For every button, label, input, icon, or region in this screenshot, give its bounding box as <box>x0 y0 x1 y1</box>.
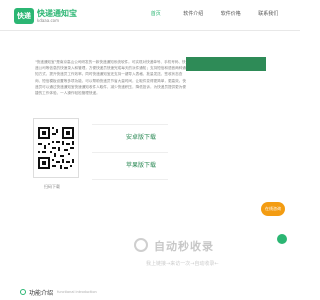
logo-title: 快递通知宝 <box>37 9 77 18</box>
nav-item-home[interactable]: 首页 <box>137 0 175 30</box>
main-nav: 首页 软件介绍 软件价格 联系我们 <box>137 0 287 30</box>
watermark: 自动秒收录 我上链接→来访一次→自动收录← <box>134 238 276 274</box>
qr-code <box>33 118 79 178</box>
logo-text: 快递通知宝 kdaaa.com <box>37 9 77 23</box>
feature-subtitle: functional introduction <box>57 290 97 294</box>
qr-caption: 扫码下载 <box>44 184 60 189</box>
ios-download-button[interactable]: 苹果版下载 <box>92 152 168 180</box>
logo-badge: 快递 <box>14 8 34 24</box>
feature-icon <box>20 289 26 295</box>
watermark-sub: 我上链接→来访一次→自动收录← <box>146 261 219 267</box>
logo-url: kdaaa.com <box>37 18 60 23</box>
floating-contact-button[interactable]: 在线咨询 <box>261 202 285 216</box>
logo[interactable]: 快递 快递通知宝 kdaaa.com <box>14 6 77 26</box>
header: 快递 快递通知宝 kdaaa.com 首页 软件介绍 软件价格 联系我们 <box>0 0 300 30</box>
nav-item-contact[interactable]: 联系我们 <box>250 0 288 30</box>
qr-code-image <box>34 119 78 177</box>
watermark-icon <box>134 238 148 252</box>
intro-text: "快递通知宝"是南京高山公司研发的一款快递通知系统软件。可实现对快递单号、手机号… <box>35 60 186 96</box>
nav-item-software-intro[interactable]: 软件介绍 <box>175 0 213 30</box>
feature-title: 功能介绍 <box>29 289 54 297</box>
promo-banner <box>186 57 266 71</box>
feature-section-header: 功能介绍 functional introduction <box>20 287 97 297</box>
nav-item-software-price[interactable]: 软件价格 <box>212 0 250 30</box>
watermark-main: 自动秒收录 <box>154 240 214 253</box>
android-download-button[interactable]: 安卓版下载 <box>92 124 168 148</box>
floating-chat-icon[interactable] <box>277 234 287 244</box>
header-divider <box>0 30 300 31</box>
